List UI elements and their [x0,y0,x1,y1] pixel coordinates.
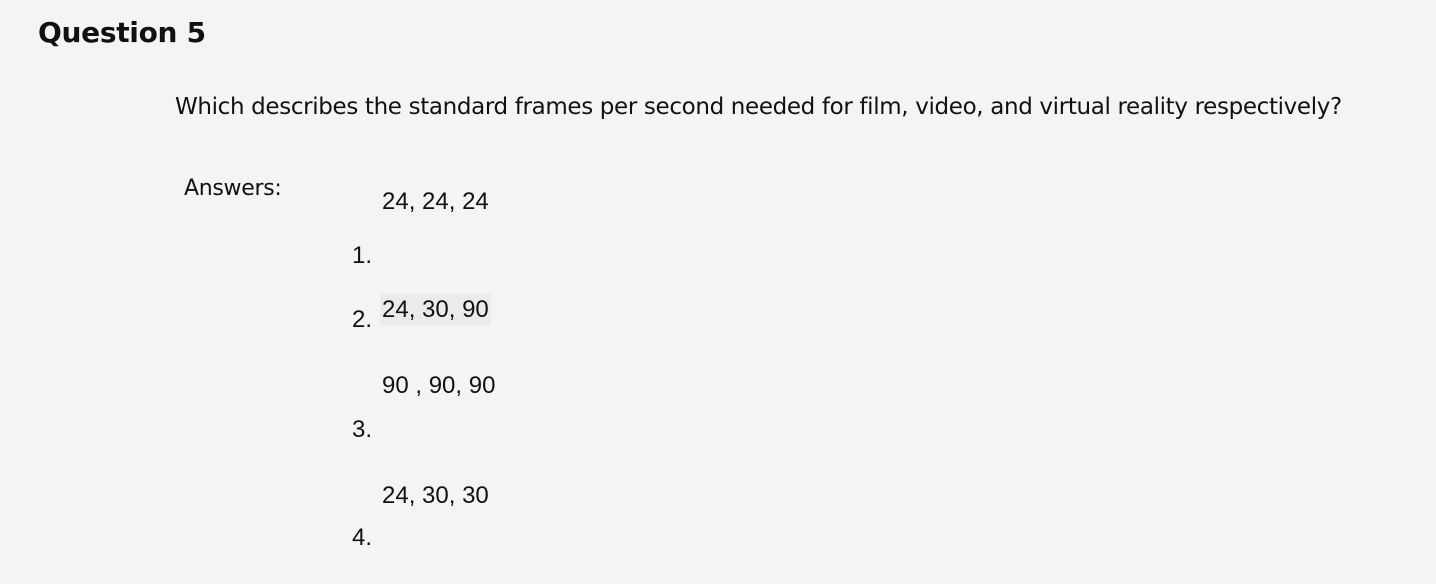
answer-option-3[interactable]: 90 , 90, 90 3. [352,366,752,446]
answer-text: 24, 24, 24 [382,188,489,215]
answer-option-1[interactable]: 24, 24, 24 1. [352,182,752,269]
answers-label: Answers: [184,176,282,201]
question-text: Which describes the standard frames per … [175,94,1342,120]
answer-number: 1. [352,242,373,269]
answer-text: 24, 30, 90 [380,294,491,326]
answer-text: 24, 30, 30 [382,482,489,509]
question-title: Question 5 [38,16,206,49]
answer-number: 4. [352,524,373,551]
answer-option-2[interactable]: 24, 30, 90 2. [352,292,752,372]
answer-text: 90 , 90, 90 [382,372,496,399]
answer-number: 3. [352,416,373,443]
answer-option-4[interactable]: 24, 30, 30 4. [352,476,752,556]
answer-number: 2. [352,306,373,333]
